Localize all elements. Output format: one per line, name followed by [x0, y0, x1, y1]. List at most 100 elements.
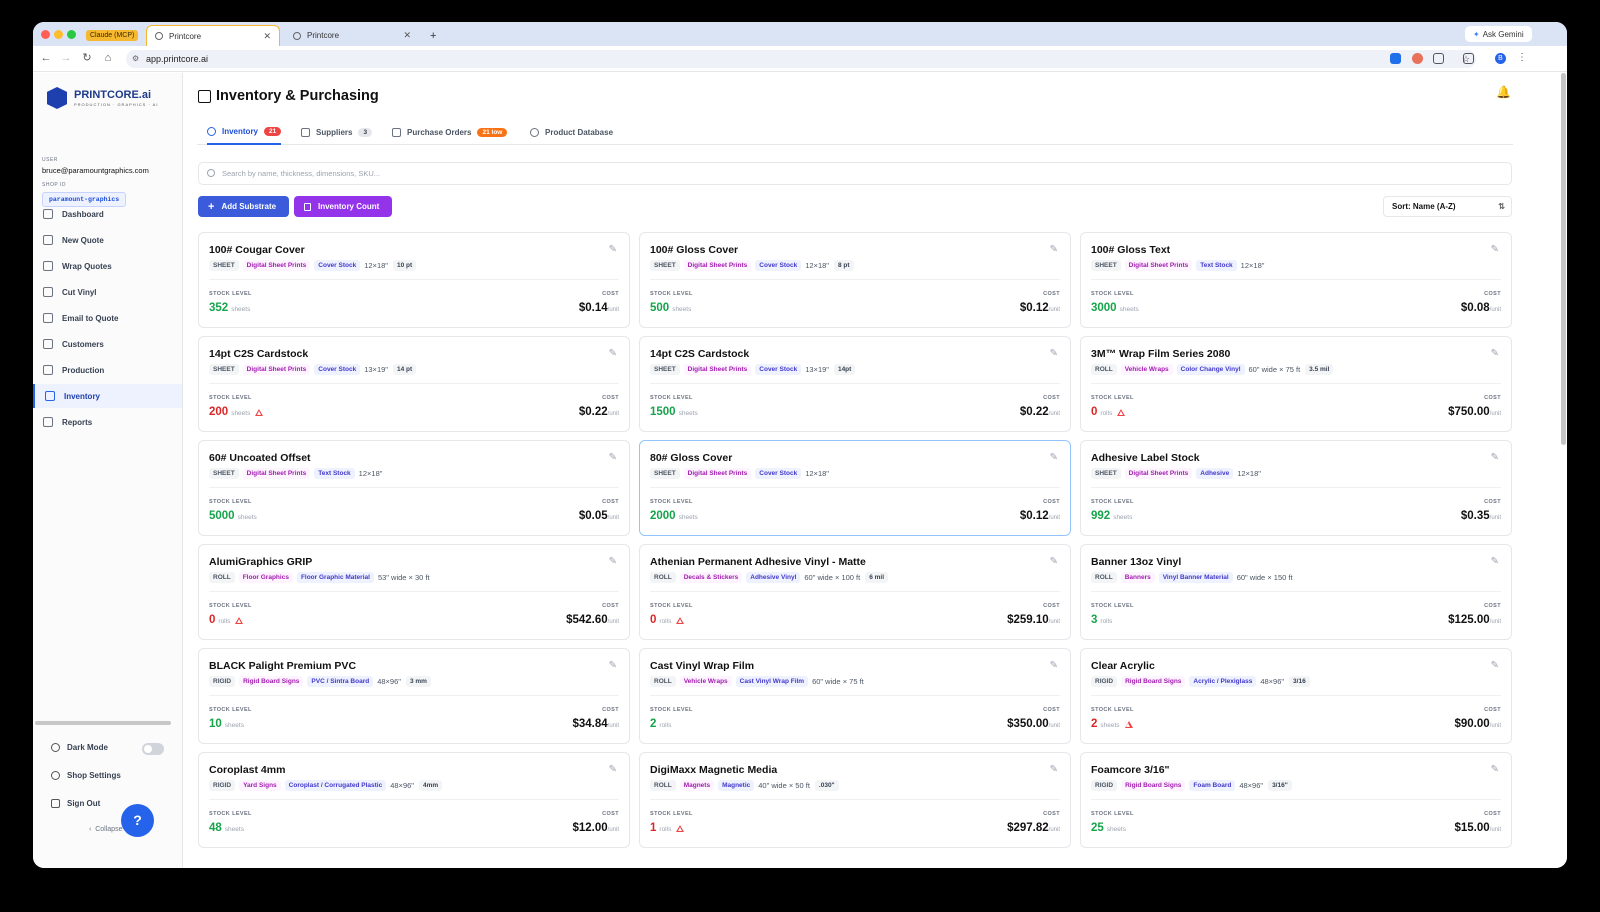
inventory-card[interactable]: BLACK Palight Premium PVC ✎ RIGID Rigid Boa… — [198, 648, 630, 744]
printcore-logo[interactable]: PRINTCORE.ai PRODUCTION · GRAPHICS · AI — [47, 87, 158, 109]
inventory-card[interactable]: 14pt C2S Cardstock ✎ SHEET Digital Sheet Pr… — [198, 336, 630, 432]
browser-tab[interactable]: Printcore ✕ — [285, 25, 419, 46]
edit-pencil-icon[interactable]: ✎ — [609, 452, 617, 463]
inventory-card[interactable]: 14pt C2S Cardstock ✎ SHEET Digital Sheet Pr… — [639, 336, 1071, 432]
inventory-card[interactable]: 3M™ Wrap Film Series 2080 ✎ ROLL Vehicle Wr… — [1080, 336, 1512, 432]
notification-bell-icon[interactable]: 🔔 — [1496, 85, 1511, 99]
inventory-card[interactable]: 100# Gloss Cover ✎ SHEET Digital Sheet Prin… — [639, 232, 1071, 328]
browser-menu-icon[interactable]: ⋮ — [1514, 50, 1530, 66]
edit-pencil-icon[interactable]: ✎ — [1050, 244, 1058, 255]
tab-inventory[interactable]: Inventory 21 — [207, 120, 282, 145]
claude-extension-icon[interactable] — [1412, 53, 1423, 64]
edit-pencil-icon[interactable]: ✎ — [1491, 556, 1499, 567]
back-icon[interactable]: ← — [38, 50, 54, 66]
cost-value: $350.00/unit — [1007, 718, 1060, 730]
warning-icon — [255, 409, 264, 416]
site-info-icon[interactable]: ⚙ — [132, 50, 139, 68]
address-bar[interactable]: app.printcore.ai ⚙ ☆ — [126, 50, 1476, 68]
tab-suppliers[interactable]: Suppliers 3 — [301, 120, 373, 145]
sidebar-item-email-to-quote[interactable]: Email to Quote — [33, 306, 182, 330]
dimensions-text: 12×18" — [364, 261, 388, 270]
close-tab-icon[interactable]: ✕ — [403, 30, 411, 41]
sidebar-item-production[interactable]: Production — [33, 358, 182, 382]
material-badge: Adhesive — [1196, 468, 1234, 479]
sidebar-item-new-quote[interactable]: New Quote — [33, 228, 182, 252]
inventory-count-button[interactable]: Inventory Count — [294, 196, 392, 217]
edit-pencil-icon[interactable]: ✎ — [1050, 348, 1058, 359]
edit-pencil-icon[interactable]: ✎ — [1491, 452, 1499, 463]
forward-icon[interactable]: → — [58, 50, 74, 66]
inventory-card[interactable]: 80# Gloss Cover ✎ SHEET Digital Sheet Print… — [639, 440, 1071, 536]
edit-pencil-icon[interactable]: ✎ — [1491, 244, 1499, 255]
tab-search-icon[interactable] — [1463, 53, 1474, 64]
sidebar-item-reports[interactable]: Reports — [33, 410, 182, 434]
collapse-sidebar-button[interactable]: ‹ Collapse — [89, 826, 122, 833]
sidebar-item-inventory[interactable]: Inventory — [33, 384, 182, 408]
home-icon[interactable]: ⌂ — [100, 50, 116, 66]
item-tags: SHEET Digital Sheet Prints Adhesive 12×18" — [1091, 468, 1266, 479]
inventory-card[interactable]: Athenian Permanent Adhesive Vinyl - Matt… — [639, 544, 1071, 640]
shop-settings-button[interactable]: Shop Settings — [51, 771, 121, 780]
dark-mode-toggle[interactable] — [142, 743, 164, 755]
stock-unit: sheets — [231, 306, 251, 313]
sign-out-button[interactable]: Sign Out — [51, 799, 100, 808]
edit-pencil-icon[interactable]: ✎ — [609, 556, 617, 567]
inventory-card[interactable]: 100# Cougar Cover ✎ SHEET Digital Sheet Pri… — [198, 232, 630, 328]
reload-icon[interactable]: ↻ — [79, 50, 95, 66]
edit-pencil-icon[interactable]: ✎ — [609, 244, 617, 255]
edit-pencil-icon[interactable]: ✎ — [1050, 556, 1058, 567]
inventory-card[interactable]: Foamcore 3/16" ✎ RIGID Rigid Board Signs Foa… — [1080, 752, 1512, 848]
inventory-card[interactable]: AlumiGraphics GRIP ✎ ROLL Floor Graphics Flo… — [198, 544, 630, 640]
sidebar-item-dashboard[interactable]: Dashboard — [33, 202, 182, 226]
inventory-card[interactable]: 100# Gloss Text ✎ SHEET Digital Sheet Print… — [1080, 232, 1512, 328]
edit-pencil-icon[interactable]: ✎ — [1050, 452, 1058, 463]
sidebar-item-customers[interactable]: Customers — [33, 332, 182, 356]
browser-tab-active[interactable]: Printcore ✕ — [146, 25, 280, 46]
extension-icon[interactable] — [1390, 53, 1401, 64]
extensions-puzzle-icon[interactable] — [1433, 53, 1444, 64]
stock-level-label: STOCK LEVEL — [209, 291, 252, 297]
edit-pencil-icon[interactable]: ✎ — [1491, 660, 1499, 671]
inventory-card[interactable]: Clear Acrylic ✎ RIGID Rigid Board Signs Acry… — [1080, 648, 1512, 744]
profile-avatar[interactable]: B — [1495, 53, 1506, 64]
help-button[interactable]: ? — [121, 804, 154, 837]
item-tags: ROLL Decals & Stickers Adhesive Vinyl 60" w… — [650, 572, 892, 583]
edit-pencil-icon[interactable]: ✎ — [1491, 764, 1499, 775]
search-input[interactable]: Search by name, thickness, dimensions, S… — [198, 162, 1512, 185]
close-tab-icon[interactable]: ✕ — [263, 31, 271, 42]
inventory-card[interactable]: 60# Uncoated Offset ✎ SHEET Digital Sheet P… — [198, 440, 630, 536]
edit-pencil-icon[interactable]: ✎ — [1050, 764, 1058, 775]
add-substrate-button[interactable]: + Add Substrate — [198, 196, 289, 217]
ask-gemini-button[interactable]: ✦ Ask Gemini — [1465, 26, 1532, 42]
browser-tab-group-claude[interactable]: Claude (MCP) — [86, 25, 139, 46]
dimensions-text: 48×96" — [1260, 677, 1285, 686]
unit-cost: $0.12 — [1019, 302, 1049, 314]
inventory-card[interactable]: DigiMaxx Magnetic Media ✎ ROLL Magnets Magne… — [639, 752, 1071, 848]
sort-select[interactable]: Sort: Name (A-Z) ⇅ — [1383, 196, 1512, 217]
sidebar-item-wrap-quotes[interactable]: Wrap Quotes — [33, 254, 182, 278]
stock-level-label: STOCK LEVEL — [209, 707, 252, 713]
inventory-card[interactable]: Banner 13oz Vinyl ✎ ROLL Banners Vinyl Banne… — [1080, 544, 1512, 640]
maximize-window-icon[interactable] — [67, 30, 76, 39]
page-scrollbar[interactable] — [1561, 73, 1566, 445]
cost-value: $542.60/unit — [566, 614, 619, 626]
item-name: 100# Gloss Text — [1091, 244, 1171, 256]
edit-pencil-icon[interactable]: ✎ — [1491, 348, 1499, 359]
sidebar-item-cut-vinyl[interactable]: Cut Vinyl — [33, 280, 182, 304]
edit-pencil-icon[interactable]: ✎ — [609, 348, 617, 359]
tab-purchase-orders[interactable]: Purchase Orders 21 low — [392, 120, 508, 145]
sidebar-scrollbar[interactable] — [35, 721, 171, 725]
dimensions-text: 13×19" — [805, 365, 829, 374]
edit-pencil-icon[interactable]: ✎ — [609, 764, 617, 775]
url-text: app.printcore.ai — [146, 54, 209, 64]
edit-pencil-icon[interactable]: ✎ — [609, 660, 617, 671]
inventory-card[interactable]: Cast Vinyl Wrap Film ✎ ROLL Vehicle Wraps Ca… — [639, 648, 1071, 744]
tab-product-database[interactable]: Product Database — [530, 120, 613, 145]
close-window-icon[interactable] — [41, 30, 50, 39]
new-tab-button[interactable]: + — [422, 25, 444, 46]
card-divider — [1091, 695, 1501, 696]
edit-pencil-icon[interactable]: ✎ — [1050, 660, 1058, 671]
inventory-card[interactable]: Coroplast 4mm ✎ RIGID Yard Signs Coroplast /… — [198, 752, 630, 848]
inventory-card[interactable]: Adhesive Label Stock ✎ SHEET Digital Sheet … — [1080, 440, 1512, 536]
minimize-window-icon[interactable] — [54, 30, 63, 39]
